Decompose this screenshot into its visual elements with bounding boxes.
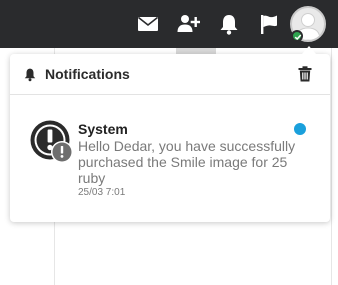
envelope-icon[interactable] [136,12,160,36]
online-status-indicator [291,30,303,42]
background-divider [331,48,332,285]
unread-indicator [294,123,306,135]
notifications-title: Notifications [45,66,130,82]
trash-icon[interactable] [298,66,312,87]
notification-timestamp: 25/03 7:01 [78,187,126,198]
notifications-header: Notifications [10,54,330,95]
notification-item[interactable]: System Hello Dedar, you have successfull… [10,96,330,222]
flag-icon[interactable] [257,12,281,36]
notifications-dropdown: Notifications System Hello Dedar, you ha… [10,54,330,222]
add-user-icon[interactable] [176,12,201,36]
bell-icon[interactable] [217,12,241,36]
dropdown-caret [302,46,316,54]
exclamation-icon [30,120,74,169]
notification-message: Hello Dedar, you have successfully purch… [78,138,296,186]
notification-title: System [78,121,128,137]
check-icon [294,34,302,41]
top-navigation-bar [0,0,338,48]
bell-icon [23,67,37,87]
